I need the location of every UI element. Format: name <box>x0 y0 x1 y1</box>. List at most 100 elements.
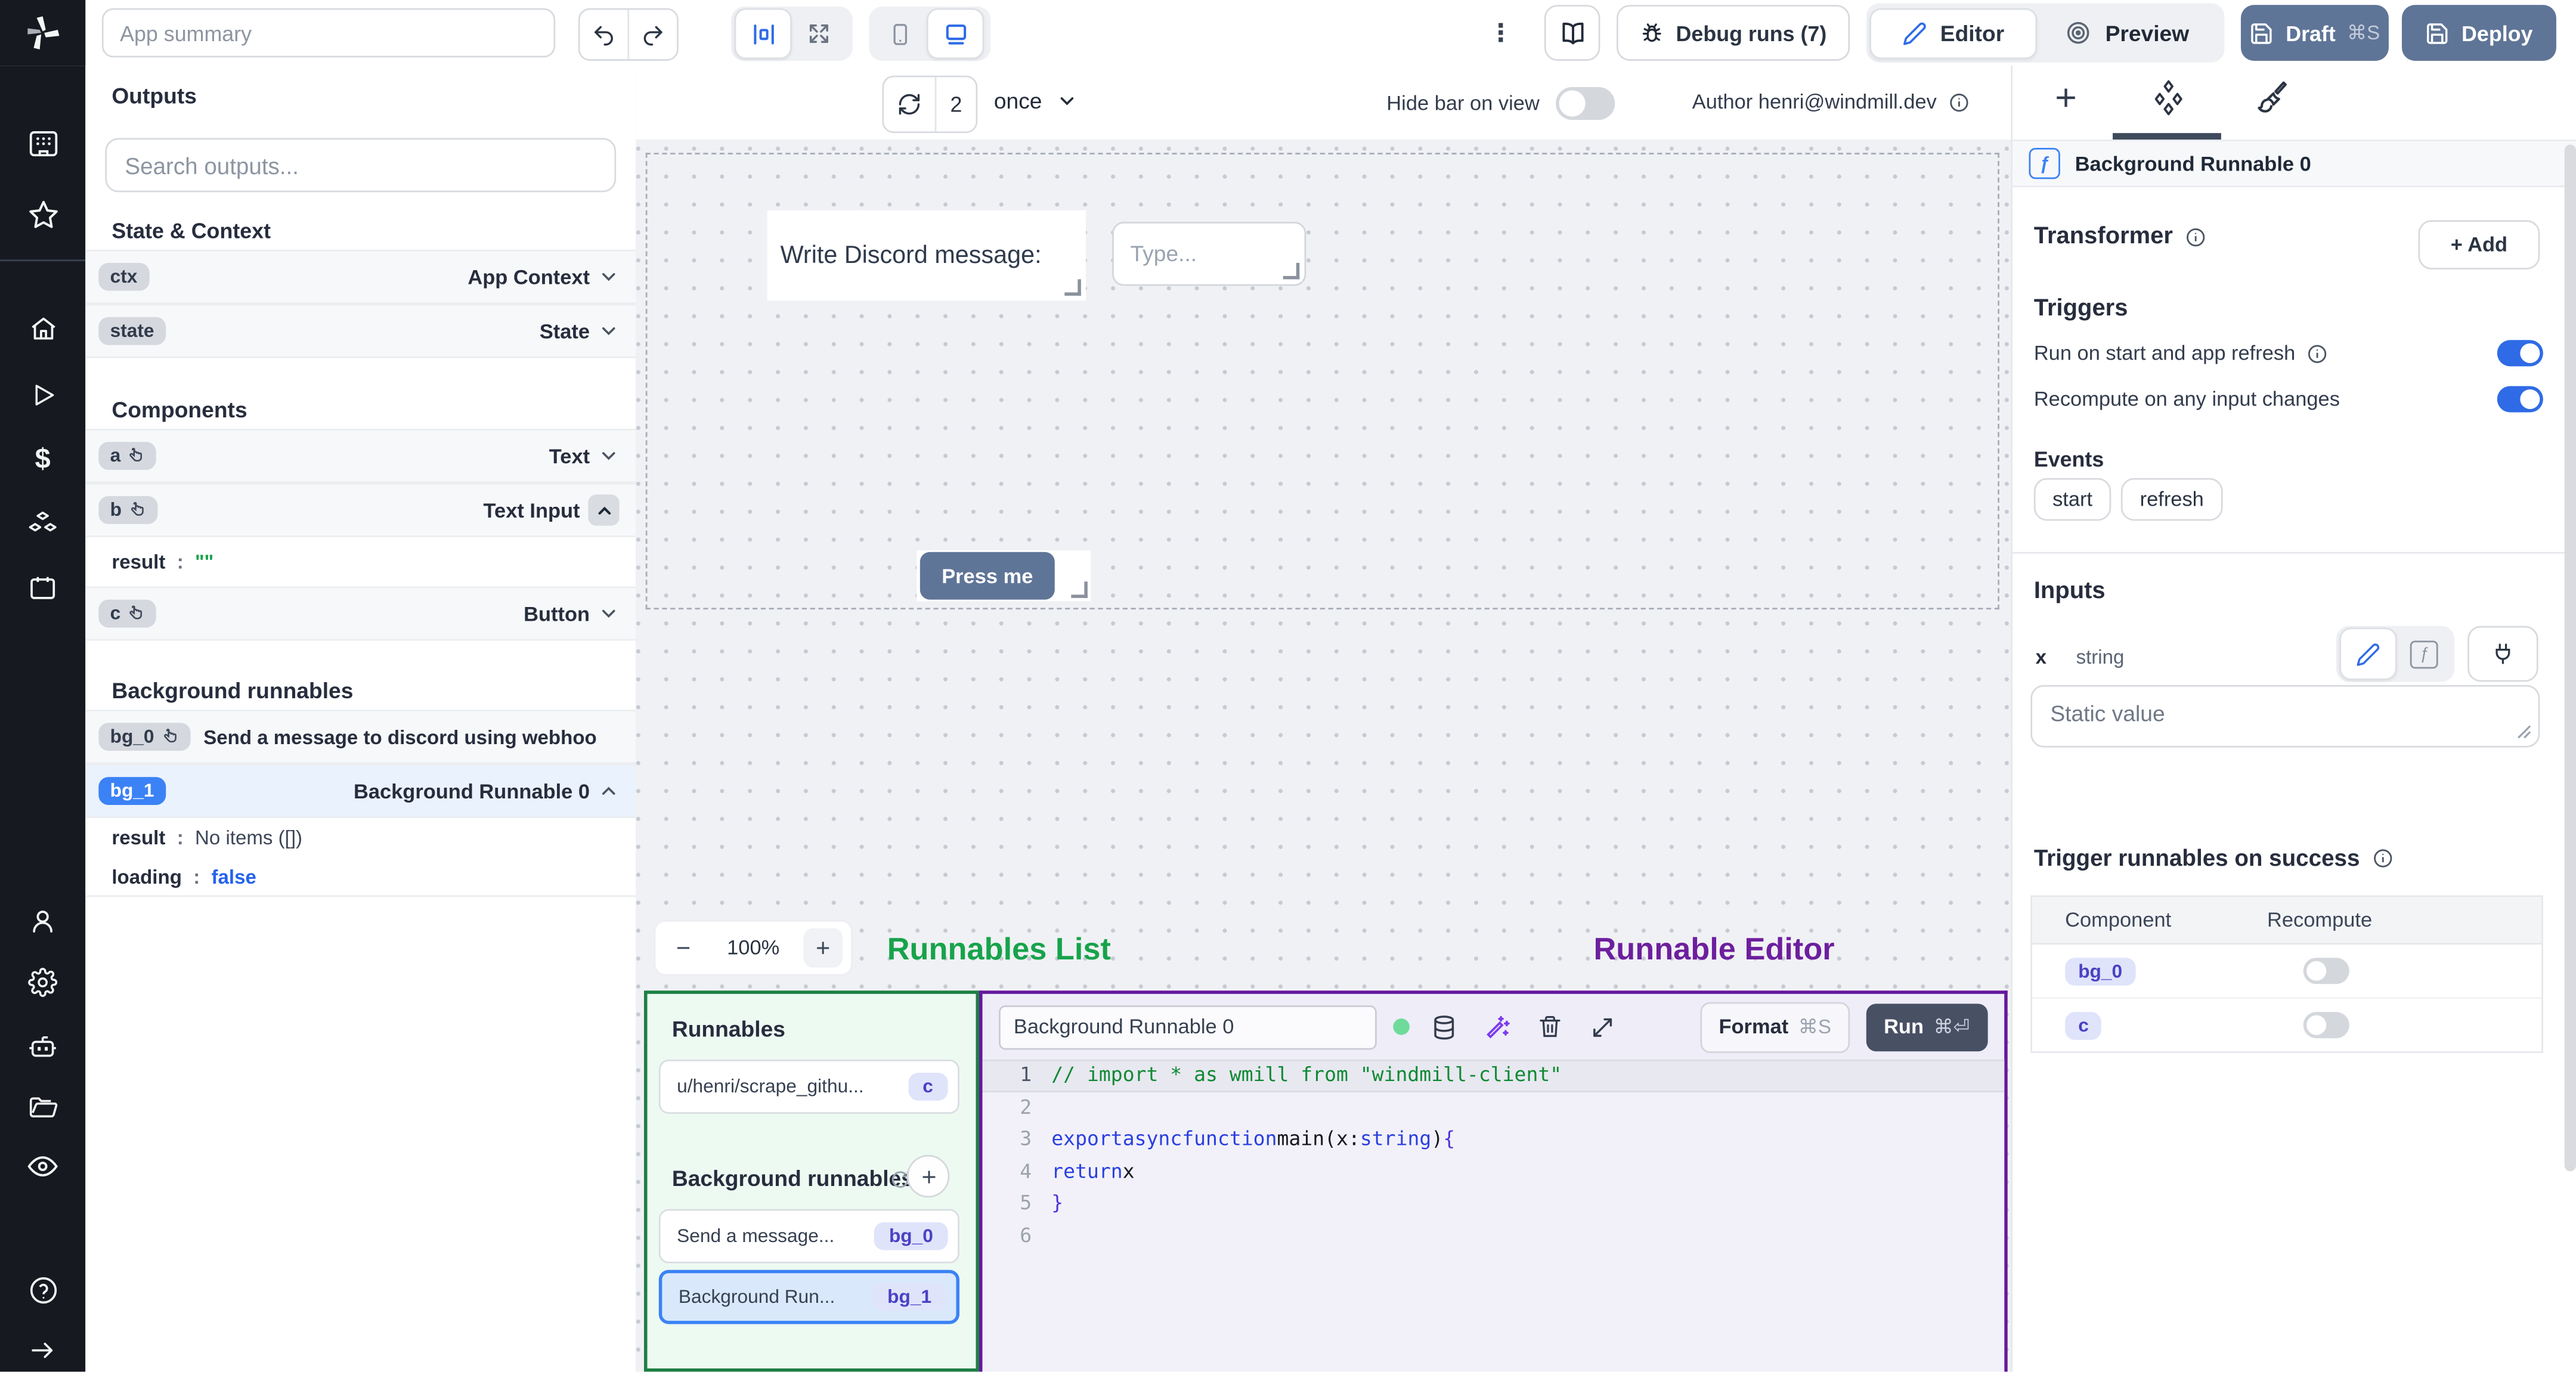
fit-view-button[interactable] <box>792 10 846 58</box>
hide-bar-control: Hide bar on view <box>1386 87 1615 120</box>
hide-bar-toggle[interactable] <box>1556 87 1615 120</box>
sidebar-item-users[interactable] <box>0 897 85 946</box>
author-label: Author henri@windmill.dev <box>1692 90 1937 114</box>
sidebar-item-folders[interactable] <box>0 1081 85 1131</box>
add-background-runnable-button[interactable] <box>906 1154 950 1198</box>
code-line[interactable]: 4 return x <box>983 1156 2005 1188</box>
ai-assist-button[interactable] <box>1479 1013 1515 1041</box>
sidebar-item-runs[interactable] <box>0 370 85 419</box>
format-button[interactable]: Format ⌘S <box>1701 1001 1850 1052</box>
code-line[interactable]: 2 <box>983 1092 2005 1124</box>
code-line[interactable]: 3 export async function main(x: string) { <box>983 1123 2005 1156</box>
runnable-item-bg0[interactable]: Send a message... bg_0 <box>658 1209 959 1263</box>
cache-button[interactable] <box>1426 1013 1462 1041</box>
comp-c-type: Button <box>524 602 590 625</box>
textinput-component[interactable]: Type... <box>1112 221 1306 286</box>
output-row-state[interactable]: state State <box>85 304 636 358</box>
resize-handle[interactable] <box>1283 262 1300 280</box>
docs-button[interactable] <box>1544 5 1600 61</box>
sidebar-item-favorites[interactable] <box>0 189 85 239</box>
more-menu-button[interactable]: ⋮ <box>1488 18 1513 48</box>
debug-runs-button[interactable]: Debug runs (7) <box>1617 5 1850 61</box>
plus-icon <box>922 1170 935 1183</box>
delete-runnable-button[interactable] <box>1531 1014 1568 1040</box>
code-token: string <box>1360 1126 1432 1150</box>
bg1-result-row[interactable]: result: No items ([]) <box>85 818 636 858</box>
text-component[interactable]: Write Discord message: <box>767 210 1086 301</box>
add-transformer-button[interactable]: + Add <box>2418 220 2540 270</box>
connect-input-button[interactable] <box>2467 625 2538 682</box>
textarea-resize-icon[interactable] <box>2517 724 2532 739</box>
tab-settings-active[interactable] <box>2150 79 2187 116</box>
chevron-up-icon[interactable] <box>588 494 620 526</box>
mobile-view-button[interactable] <box>872 10 927 58</box>
zoom-out-button[interactable]: − <box>664 928 703 968</box>
sidebar-item-workers[interactable] <box>0 1020 85 1070</box>
trash-icon <box>1538 1015 1560 1038</box>
annotation-runnable-editor: Runnable Editor <box>1593 933 1835 968</box>
sidebar-item-apps[interactable] <box>0 118 85 168</box>
tab-insert[interactable] <box>2050 82 2081 113</box>
output-row-bg1[interactable]: bg_1 Background Runnable 0 <box>85 764 636 819</box>
resize-handle[interactable] <box>1071 581 1088 598</box>
tab-preview[interactable]: Preview <box>2037 9 2218 57</box>
tab-theme[interactable] <box>2256 80 2289 113</box>
sidebar-item-settings[interactable] <box>0 958 85 1007</box>
zoom-in-button[interactable]: + <box>803 928 843 968</box>
recompute-row: Recompute on any input changes <box>2034 386 2543 413</box>
app-canvas[interactable]: Write Discord message: Type... Press me … <box>636 140 2011 1372</box>
expand-editor-button[interactable] <box>1584 1014 1620 1039</box>
component-badge[interactable]: c <box>2065 1012 2102 1040</box>
output-row-comp-b[interactable]: b Text Input <box>85 482 636 537</box>
sidebar-item-resources[interactable] <box>0 500 85 549</box>
collapse-rail-button[interactable] <box>0 1326 85 1375</box>
recompute-toggle[interactable] <box>2497 386 2543 413</box>
sidebar-item-audit[interactable] <box>0 1142 85 1191</box>
output-row-ctx[interactable]: ctx App Context <box>85 249 636 304</box>
align-center-button[interactable] <box>734 8 792 60</box>
components-title: Components <box>112 397 247 423</box>
schedule-dropdown[interactable]: once <box>994 89 1078 113</box>
runnable-name-input[interactable]: Background Runnable 0 <box>999 1004 1377 1049</box>
code-line[interactable]: 5} <box>983 1188 2005 1220</box>
help-button[interactable] <box>0 1265 85 1314</box>
scrollbar-thumb[interactable] <box>2564 144 2576 1172</box>
refresh-app-button[interactable] <box>884 77 935 132</box>
tab-editor[interactable]: Editor <box>1869 7 2038 58</box>
app-summary-input[interactable]: App summary <box>101 8 556 58</box>
button-component[interactable]: Press me <box>919 552 1055 600</box>
code-line[interactable]: 1 // import * as wmill from "windmill-cli… <box>982 1060 2005 1092</box>
run-on-start-toggle[interactable] <box>2497 340 2543 367</box>
code-editor[interactable]: 1 // import * as wmill from "windmill-cli… <box>982 1060 2005 1372</box>
draft-label: Draft <box>2286 20 2336 45</box>
undo-button[interactable] <box>580 10 628 60</box>
runnable-item-c[interactable]: u/henri/scrape_githu... c <box>658 1060 959 1114</box>
component-badge[interactable]: bg_0 <box>2065 958 2136 986</box>
run-button[interactable]: Run ⌘⏎ <box>1865 1002 1988 1051</box>
windmill-logo[interactable] <box>0 0 86 66</box>
redo-button[interactable] <box>627 10 677 60</box>
static-value-textarea[interactable]: Static value <box>2030 685 2540 748</box>
eval-mode-button[interactable]: ƒ <box>2397 629 2451 679</box>
recompute-toggle-bg0[interactable] <box>2303 958 2349 984</box>
output-row-bg0[interactable]: bg_0 Send a message to discord using web… <box>85 710 636 764</box>
event-refresh-button[interactable]: refresh <box>2120 478 2223 521</box>
sidebar-item-schedules[interactable] <box>0 563 85 613</box>
desktop-view-button[interactable] <box>926 8 984 60</box>
event-start-button[interactable]: start <box>2033 478 2111 521</box>
output-row-comp-a[interactable]: a Text <box>85 429 636 483</box>
resize-handle[interactable] <box>1064 279 1081 296</box>
inputs-title: Inputs <box>2033 578 2106 605</box>
search-outputs-input[interactable]: Search outputs... <box>105 138 617 193</box>
bg1-loading-row[interactable]: loading: false <box>85 857 636 897</box>
static-mode-button[interactable] <box>2339 627 2397 680</box>
comp-b-result-row[interactable]: result: "" <box>85 537 636 587</box>
code-line[interactable]: 6 <box>983 1220 2005 1252</box>
deploy-button[interactable]: Deploy <box>2401 5 2556 61</box>
runnable-item-bg1-selected[interactable]: Background Run... bg_1 <box>658 1269 959 1324</box>
output-row-comp-c[interactable]: c Button <box>85 586 636 641</box>
recompute-toggle-c[interactable] <box>2303 1012 2349 1039</box>
sidebar-item-variables[interactable]: $ <box>0 435 85 485</box>
sidebar-item-home[interactable] <box>0 304 85 354</box>
draft-button[interactable]: Draft ⌘S <box>2240 5 2389 61</box>
